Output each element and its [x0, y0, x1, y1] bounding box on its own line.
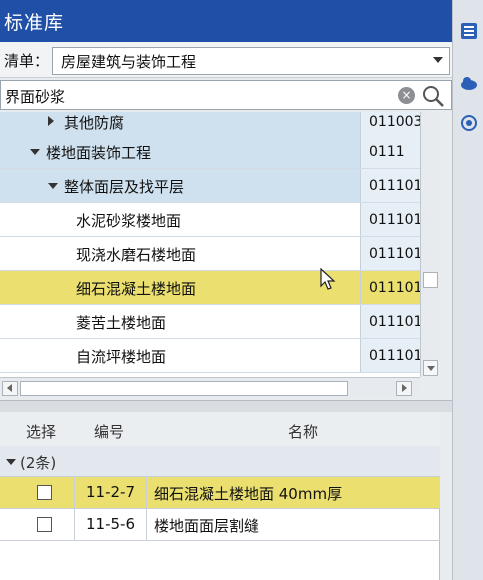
scroll-down-arrow-icon — [427, 366, 435, 371]
row-code: 11-5-6 — [86, 515, 135, 533]
tree-row-code-cell: 011101 — [360, 271, 420, 304]
tree-horizontal-scrollbar[interactable] — [0, 377, 420, 397]
panel-title-bar: 标准库 — [0, 0, 452, 42]
quota-results-table: 选择 编号 名称 (2条) 11-2-7 细石混凝土楼地面 40mm厚 11-5… — [0, 412, 440, 580]
expand-triangle-icon[interactable] — [48, 116, 54, 126]
list-label: 清单： — [4, 52, 50, 70]
table-row-selected[interactable]: 11-2-7 细石混凝土楼地面 40mm厚 — [0, 477, 440, 509]
list-selector-row: 清单： 房屋建筑与装饰工程 — [0, 42, 452, 78]
collapse-triangle-icon[interactable] — [6, 459, 16, 465]
search-input[interactable]: 界面砂浆 × — [0, 80, 452, 110]
tree-row-code: 011101 — [369, 314, 420, 330]
tree-row-name: 细石混凝土楼地面 — [76, 280, 197, 298]
search-icon[interactable] — [421, 84, 445, 108]
tree-row-code-cell: 011101 — [360, 305, 420, 338]
table-header: 选择 编号 名称 — [0, 412, 440, 447]
tree-row-code: 011101 — [369, 212, 420, 228]
tree-row-name: 水泥砂浆楼地面 — [76, 212, 182, 230]
tree-row-code-cell: 011101 — [360, 169, 420, 202]
tree-row-name: 自流坪楼地面 — [76, 348, 167, 366]
column-divider — [74, 509, 75, 540]
tree-row-name: 整体面层及找平层 — [64, 178, 185, 196]
list-dropdown-value: 房屋建筑与装饰工程 — [61, 53, 197, 71]
tree-vertical-scrollbar[interactable] — [420, 112, 438, 377]
group-count: (2条) — [20, 454, 57, 472]
row-name: 楼地面面层割缝 — [154, 517, 260, 535]
tree-row-selected[interactable]: 细石混凝土楼地面 011101 — [0, 271, 420, 305]
list-dropdown[interactable]: 房屋建筑与装饰工程 — [52, 47, 450, 75]
panel-title: 标准库 — [4, 12, 65, 34]
right-toolbar — [452, 0, 483, 580]
tree-row-code: 011101 — [369, 280, 420, 296]
tree-row[interactable]: 现浇水磨石楼地面 011101 — [0, 237, 420, 271]
tree-row-code-cell: 011003 — [360, 112, 420, 135]
column-header-code[interactable]: 编号 — [94, 421, 124, 442]
tree-row-name: 楼地面装饰工程 — [46, 144, 152, 162]
tree-row-code-cell: 011101 — [360, 339, 420, 372]
tree-row[interactable]: 整体面层及找平层 011101 — [0, 169, 420, 203]
tree-row-name: 现浇水磨石楼地面 — [76, 246, 197, 264]
mouse-cursor-icon — [320, 268, 336, 290]
vertical-scroll-thumb[interactable] — [423, 272, 438, 288]
scroll-right-button[interactable] — [396, 381, 412, 396]
grid-icon[interactable] — [460, 22, 478, 40]
tree-row-code: 011101 — [369, 178, 420, 194]
dropdown-arrow-icon[interactable] — [433, 57, 443, 63]
standard-library-tree: 其他防腐 011003 楼地面装饰工程 0111 整体面层及找平层 011101… — [0, 112, 420, 377]
tree-row[interactable]: 其他防腐 011003 — [0, 112, 420, 136]
tree-row[interactable]: 菱苦土楼地面 011101 — [0, 305, 420, 339]
tree-row-code-cell: 0111 — [360, 135, 420, 168]
tree-row[interactable]: 自流坪楼地面 011101 — [0, 339, 420, 373]
tree-row[interactable]: 楼地面装饰工程 0111 — [0, 135, 420, 169]
row-code: 11-2-7 — [86, 483, 135, 501]
column-header-select[interactable]: 选择 — [26, 421, 56, 442]
panel-splitter[interactable] — [0, 400, 452, 412]
clear-icon[interactable]: × — [398, 87, 415, 104]
collapse-triangle-icon[interactable] — [30, 149, 40, 155]
row-checkbox[interactable] — [37, 517, 52, 532]
tree-row-code: 011101 — [369, 348, 420, 364]
cloud-icon[interactable] — [460, 74, 478, 92]
tree-row-code: 011101 — [369, 246, 420, 262]
horizontal-scroll-thumb[interactable] — [20, 381, 348, 396]
scroll-left-arrow-icon — [7, 384, 12, 392]
row-name: 细石混凝土楼地面 40mm厚 — [154, 485, 343, 503]
row-checkbox[interactable] — [37, 485, 52, 500]
column-header-name[interactable]: 名称 — [288, 421, 318, 442]
column-divider — [74, 477, 75, 508]
tree-row-code-cell: 011101 — [360, 203, 420, 236]
scroll-right-arrow-icon — [402, 384, 407, 392]
group-row[interactable]: (2条) — [0, 446, 440, 477]
tree-row-name: 菱苦土楼地面 — [76, 314, 167, 332]
scroll-down-button[interactable] — [423, 360, 438, 376]
target-icon[interactable] — [460, 114, 478, 132]
tree-row[interactable]: 水泥砂浆楼地面 011101 — [0, 203, 420, 237]
search-input-value: 界面砂浆 — [5, 88, 66, 106]
scroll-left-button[interactable] — [2, 381, 18, 396]
column-divider — [146, 477, 147, 508]
tree-row-name: 其他防腐 — [64, 114, 125, 132]
tree-row-code-cell: 011101 — [360, 237, 420, 270]
tree-row-code: 011003 — [369, 114, 420, 130]
tree-row-code: 0111 — [369, 144, 405, 160]
table-row[interactable]: 11-5-6 楼地面面层割缝 — [0, 509, 440, 541]
collapse-triangle-icon[interactable] — [48, 183, 58, 189]
column-divider — [146, 509, 147, 540]
